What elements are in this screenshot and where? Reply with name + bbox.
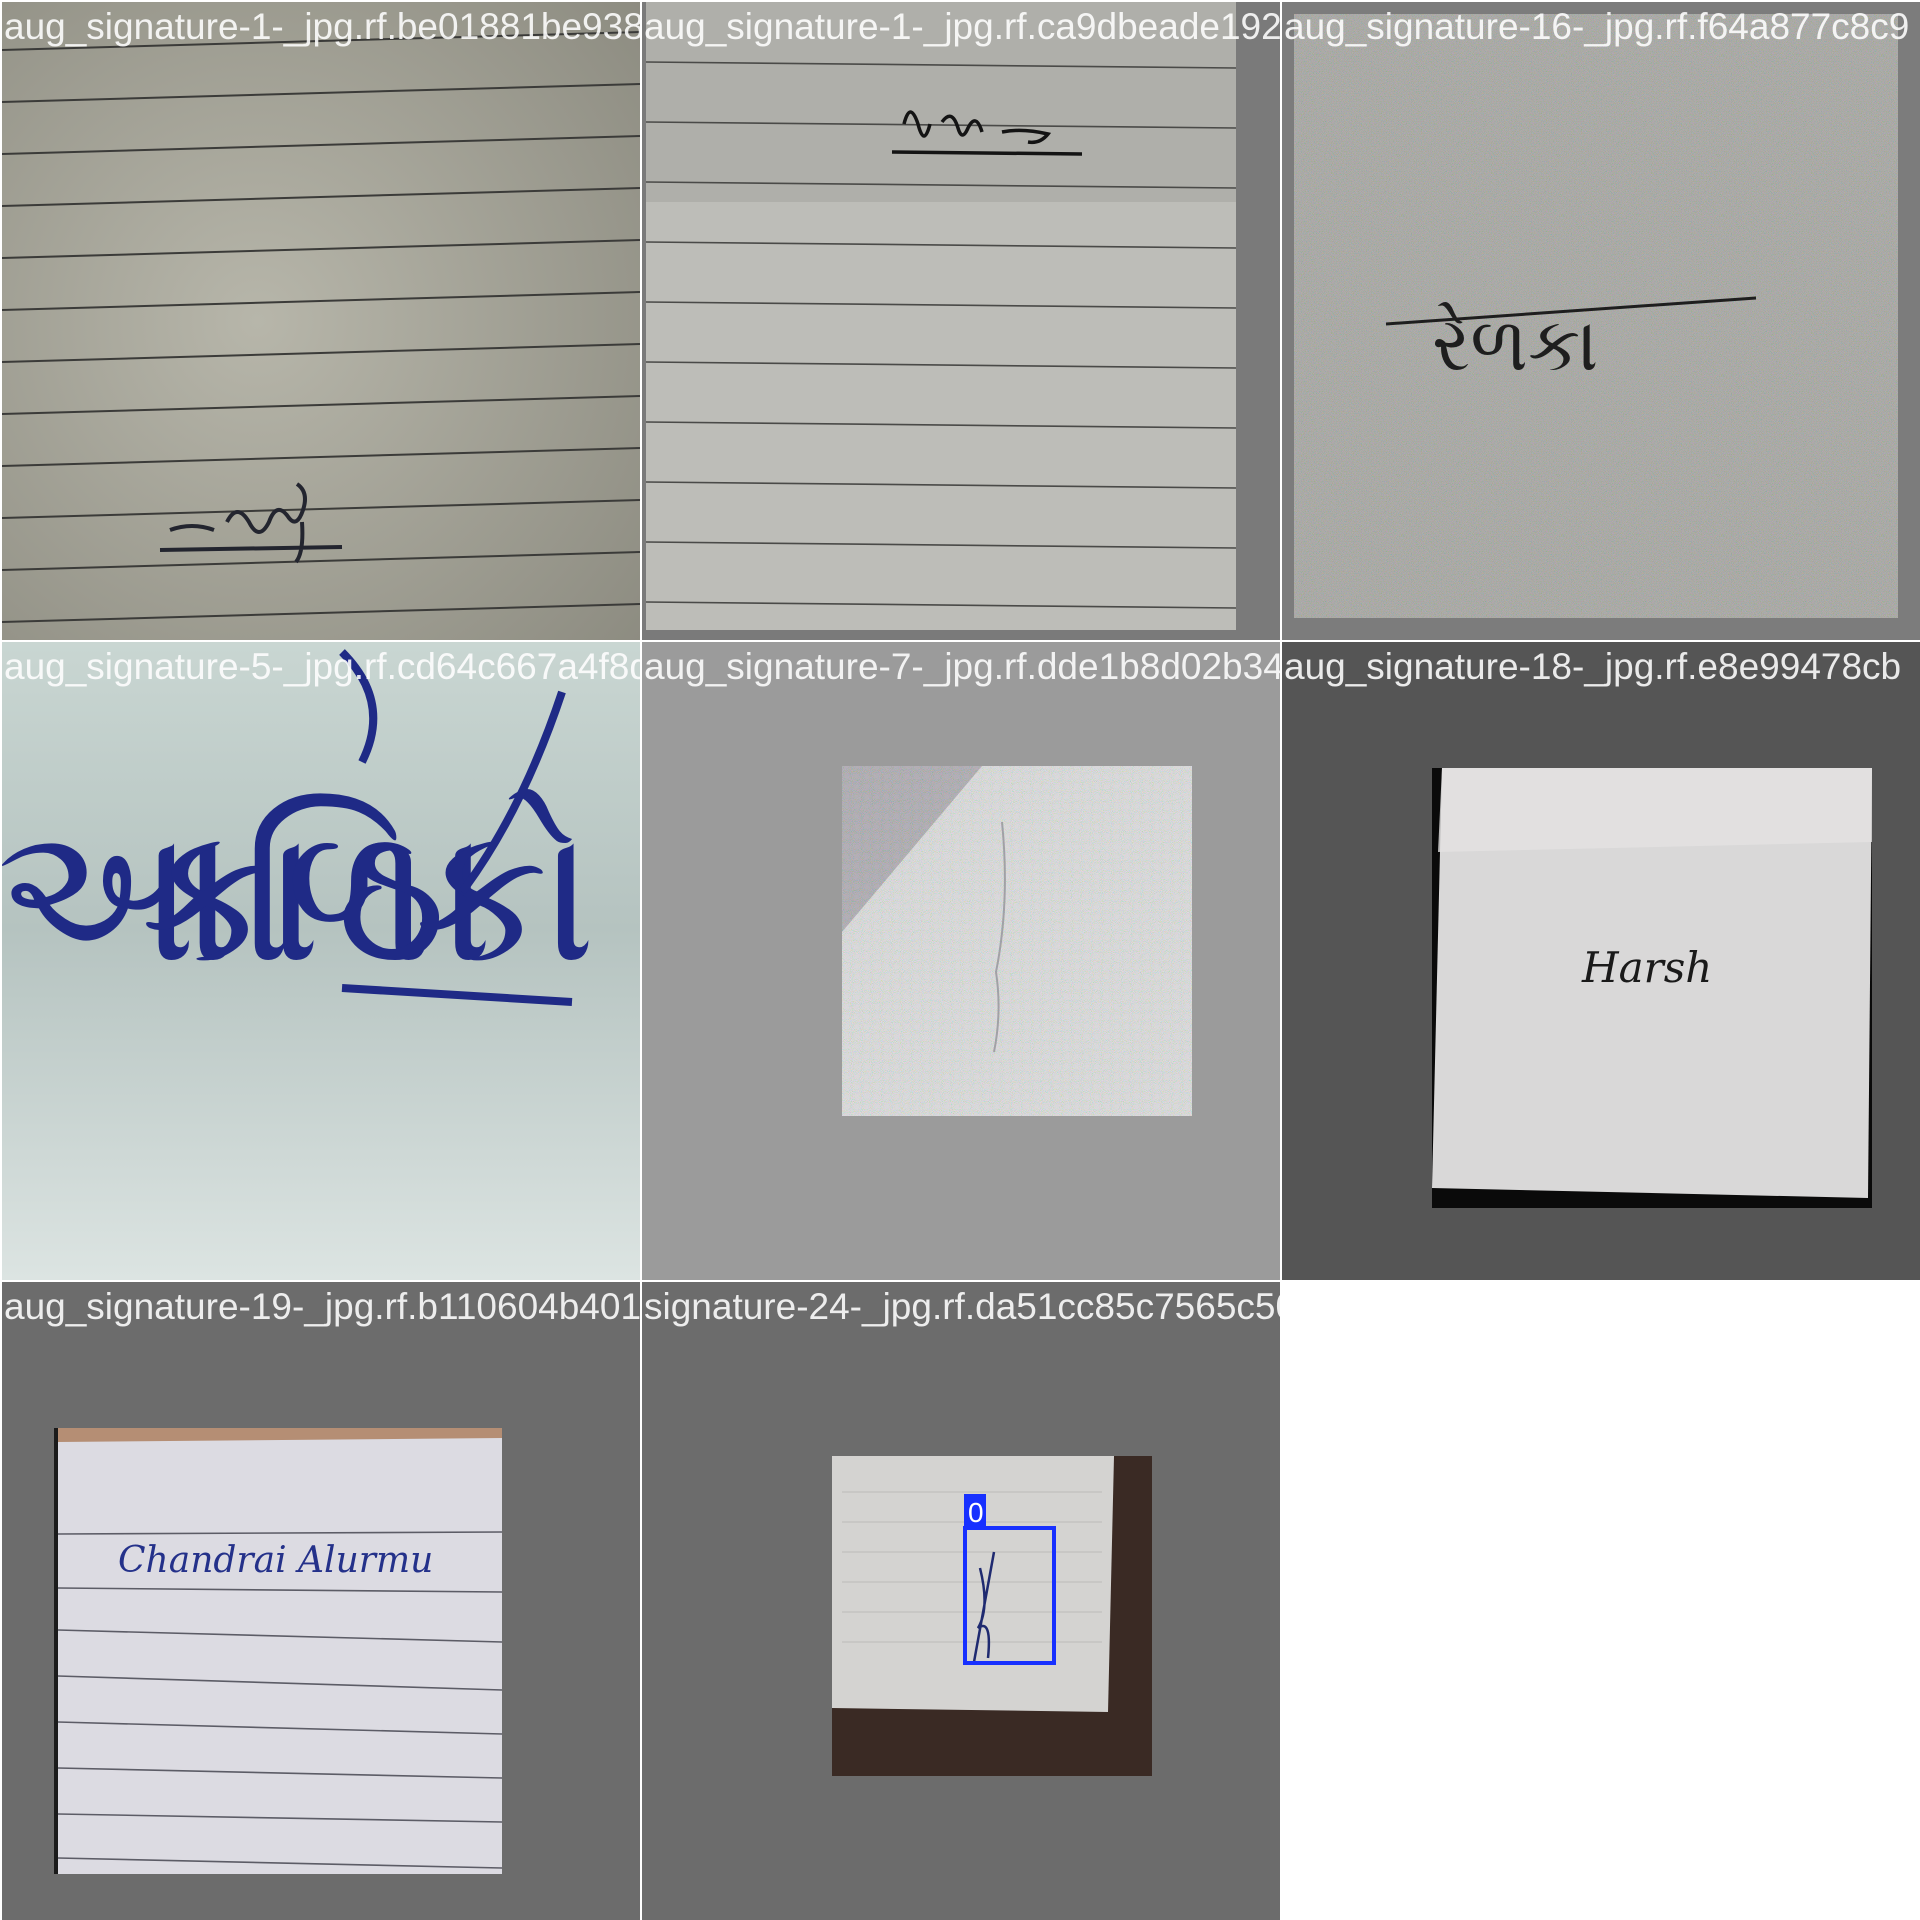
signature-ink-7: Chandrai Alurmu [118, 1540, 433, 1581]
tile-6: Harsh aug_signature-18-_jpg.rf.e8e99478c… [1282, 642, 1920, 1280]
document-on-table-photo: 0 [642, 1282, 1280, 1920]
tile-1: aug_signature-1-_jpg.rf.be01881be938c055 [2, 2, 640, 640]
tile-7: Chandrai Alurmu aug_signature-19-_jpg.rf… [2, 1282, 640, 1920]
noisy-document-photo [642, 642, 1280, 1280]
signature-ink-6: Harsh [1581, 943, 1712, 992]
tile-4: આ કાળિ ઠાકો aug_signature-5-_jpg.rf.cd64… [2, 642, 640, 1280]
tile-3: રેળકા aug_signature-16-_jpg.rf.f64a877c8… [1282, 2, 1920, 640]
harsh-paper-photo: Harsh [1282, 642, 1920, 1280]
notebook-photo-2 [642, 2, 1280, 640]
tile-2: aug_signature-1-_jpg.rf.ca9dbeade1928eb [642, 2, 1280, 640]
noisy-paper-photo: રેળકા [1282, 2, 1920, 640]
tile-5: aug_signature-7-_jpg.rf.dde1b8d02b34c269 [642, 642, 1280, 1280]
signature-ink-3: રેળકા [1432, 302, 1598, 388]
tile-8: 0 signature-24-_jpg.rf.da51cc85c7565c503… [642, 1282, 1280, 1920]
blue-ink-paper-photo: આ કાળિ ઠાકો [2, 642, 640, 1280]
lined-paper-photo: Chandrai Alurmu [2, 1282, 640, 1920]
image-grid: aug_signature-1-_jpg.rf.be01881be938c055… [0, 0, 1920, 1920]
detection-label: 0 [968, 1497, 984, 1528]
notebook-photo-1 [2, 2, 640, 640]
